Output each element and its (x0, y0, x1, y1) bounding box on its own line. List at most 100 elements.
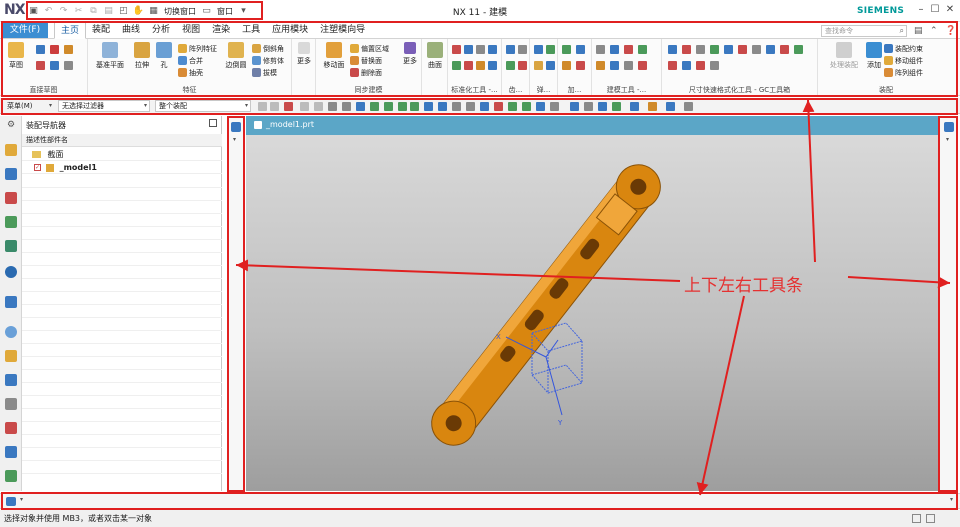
snap-tool-icon[interactable] (494, 102, 503, 111)
arc-icon[interactable] (36, 61, 45, 70)
toolbar-options-icon[interactable] (231, 122, 241, 132)
dimension-tool-icon[interactable] (668, 45, 677, 54)
view-tool-icon[interactable] (612, 102, 621, 111)
modeling-tool-icon[interactable] (596, 61, 605, 70)
surface-button[interactable]: 曲面 (423, 42, 447, 70)
snap-tool-icon[interactable] (466, 102, 475, 111)
assembly-constraint-button[interactable]: 装配约束 (884, 43, 923, 54)
standard-tool-icon[interactable] (476, 45, 485, 54)
checkbox-checked-icon[interactable]: ✓ (34, 164, 41, 171)
snap-tool-icon[interactable] (508, 102, 517, 111)
select-tool-icon[interactable] (258, 102, 267, 111)
dimension-tool-icon[interactable] (766, 45, 775, 54)
chevron-down-icon[interactable]: ▾ (950, 496, 953, 503)
toolbar-options-icon[interactable] (6, 497, 16, 506)
line-icon[interactable] (50, 45, 59, 54)
modeling-tool-icon[interactable] (596, 45, 605, 54)
dimension-tool-icon[interactable] (682, 45, 691, 54)
edge-blend-button[interactable]: 边倒圆 (222, 42, 250, 70)
dimension-tool-icon[interactable] (710, 61, 719, 70)
view-tool-icon[interactable] (570, 102, 579, 111)
full-screen-icon[interactable] (912, 514, 921, 523)
modeling-tool-icon[interactable] (624, 61, 633, 70)
undo-icon[interactable]: ↶ (42, 5, 55, 18)
dimension-tool-icon[interactable] (738, 45, 747, 54)
ribbon-tab[interactable]: 装配 (86, 22, 116, 39)
minimize-button[interactable]: – (914, 3, 928, 17)
navigator-column-header[interactable]: 描述性部件名 (22, 134, 222, 147)
more-sync-button[interactable]: 更多 (398, 42, 422, 66)
copy-icon[interactable]: ⧉ (87, 5, 100, 18)
extrude-button[interactable]: 拉伸 (130, 42, 154, 70)
constraint-navigator-icon[interactable] (5, 168, 17, 180)
system-scene-icon[interactable] (5, 422, 17, 434)
snap-tool-icon[interactable] (536, 102, 545, 111)
snap-tool-icon[interactable] (452, 102, 461, 111)
select-tool-icon[interactable] (314, 102, 323, 111)
sketch-button[interactable]: 草图 (4, 42, 28, 70)
dimension-tool-icon[interactable] (752, 45, 761, 54)
touch-mode-icon[interactable]: ✋ (132, 5, 145, 18)
collapse-ribbon-icon[interactable]: ⌃ (930, 26, 938, 36)
toolbar-options-icon[interactable] (944, 122, 954, 132)
assembly-navigator-icon[interactable] (5, 144, 17, 156)
modeling-tool-icon[interactable] (638, 61, 647, 70)
repeat-command-icon[interactable]: ◰ (117, 5, 130, 18)
modeling-tool-icon[interactable] (610, 45, 619, 54)
standard-tool-icon[interactable] (488, 45, 497, 54)
processing-tool-icon[interactable] (576, 45, 585, 54)
view-tool-icon[interactable] (684, 102, 693, 111)
hd3d-tools-icon[interactable] (5, 240, 17, 252)
system-materials-icon[interactable] (5, 446, 17, 458)
standard-tool-icon[interactable] (464, 61, 473, 70)
snap-tool-icon[interactable] (384, 102, 393, 111)
standard-tool-icon[interactable] (452, 61, 461, 70)
snap-tool-icon[interactable] (410, 102, 419, 111)
spring-tool-icon[interactable] (546, 45, 555, 54)
web-browser-icon[interactable] (5, 266, 17, 278)
toggle-panel-icon[interactable] (926, 514, 935, 523)
modeling-tool-icon[interactable] (624, 45, 633, 54)
part-navigator-icon[interactable] (5, 192, 17, 204)
draft-button[interactable]: 拔模 (252, 67, 277, 78)
graphics-window[interactable]: X Y (246, 135, 938, 491)
gear-tool-icon[interactable] (518, 45, 527, 54)
ribbon-tab[interactable]: 应用模块 (266, 22, 314, 39)
circle-icon[interactable] (50, 61, 59, 70)
command-search-input[interactable]: 查找命令 ⌕ (821, 25, 907, 37)
chevron-down-icon[interactable]: ▾ (237, 5, 250, 18)
modeling-tool-icon[interactable] (610, 61, 619, 70)
navigator-row-section[interactable]: 截面 (22, 148, 222, 161)
standard-tool-icon[interactable] (476, 61, 485, 70)
select-tool-icon[interactable] (370, 102, 379, 111)
dimension-tool-icon[interactable] (668, 61, 677, 70)
clock-icon[interactable] (5, 326, 17, 338)
dimension-tool-icon[interactable] (780, 45, 789, 54)
search-icon[interactable]: ⌕ (900, 26, 904, 36)
maximize-button[interactable]: ☐ (928, 3, 942, 17)
process-assembly-button[interactable]: 处理装配 (824, 42, 864, 70)
dimension-tool-icon[interactable] (724, 45, 733, 54)
processing-tool-icon[interactable] (562, 45, 571, 54)
offset-region-button[interactable]: 偏置区域 (350, 43, 389, 54)
navigator-maximize-icon[interactable] (209, 119, 217, 127)
select-tool-icon[interactable] (270, 102, 279, 111)
redo-icon[interactable]: ↷ (57, 5, 70, 18)
chamfer-button[interactable]: 倒斜角 (252, 43, 284, 54)
profile-icon[interactable] (36, 45, 45, 54)
view-tool-icon[interactable] (598, 102, 607, 111)
pattern-feature-button[interactable]: 阵列特征 (178, 43, 217, 54)
paste-icon[interactable]: ▤ (102, 5, 115, 18)
graphics-window-tab[interactable]: _model1.prt (246, 116, 938, 135)
help-icon[interactable]: ❓ (945, 26, 956, 36)
spring-tool-icon[interactable] (546, 61, 555, 70)
snap-tool-icon[interactable] (480, 102, 489, 111)
spring-tool-icon[interactable] (534, 61, 543, 70)
datum-plane-button[interactable]: 基准平面 (92, 42, 128, 70)
pattern-component-button[interactable]: 阵列组件 (884, 67, 923, 78)
select-tool-icon[interactable] (328, 102, 337, 111)
processing-tool-icon[interactable] (562, 61, 571, 70)
window-menu-button[interactable]: 窗口 (215, 6, 235, 17)
standard-tool-icon[interactable] (452, 45, 461, 54)
add-component-button[interactable]: 添加 (862, 42, 886, 70)
